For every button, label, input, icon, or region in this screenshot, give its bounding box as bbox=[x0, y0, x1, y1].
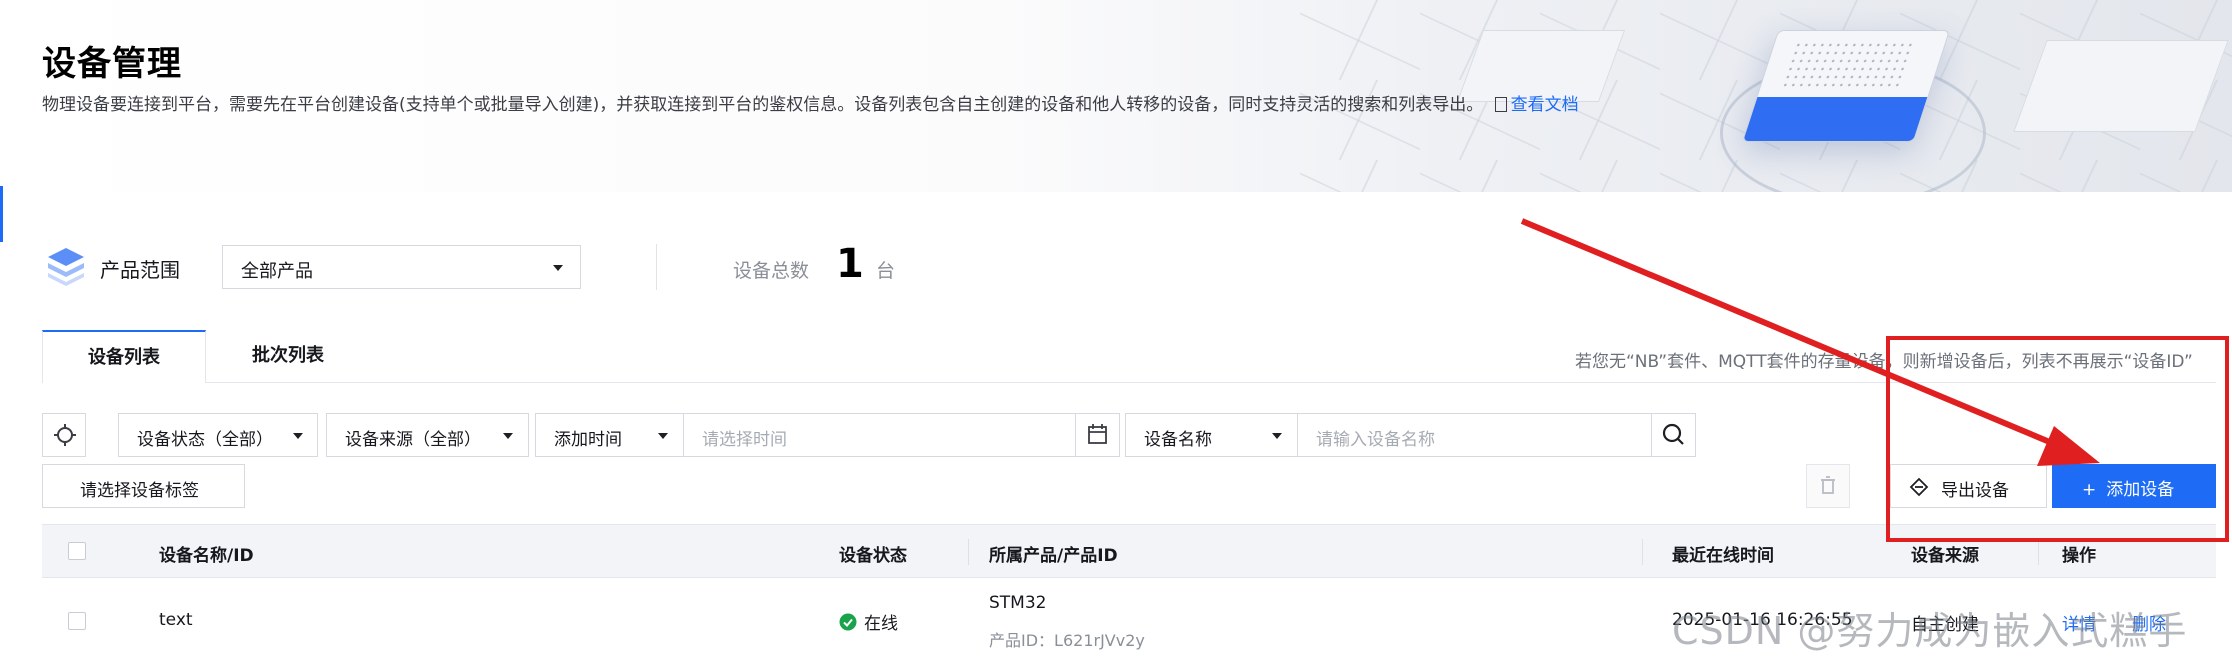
name-field-select[interactable]: 设备名称 bbox=[1125, 413, 1298, 457]
tab-device-list[interactable]: 设备列表 bbox=[42, 330, 206, 383]
view-docs-link[interactable]: 查看文档 bbox=[1511, 95, 1579, 115]
refresh-button[interactable] bbox=[42, 413, 86, 457]
device-name-search-input[interactable]: 请输入设备名称 bbox=[1297, 413, 1652, 457]
device-name: text bbox=[159, 610, 193, 630]
device-tag-placeholder: 请选择设备标签 bbox=[80, 481, 199, 501]
divider bbox=[656, 244, 657, 290]
page-title: 设备管理 bbox=[42, 44, 182, 84]
column-header-status: 设备状态 bbox=[839, 546, 907, 566]
tab-batch-list[interactable]: 批次列表 bbox=[206, 330, 370, 382]
product-range-label: 产品范围 bbox=[100, 258, 180, 282]
column-separator bbox=[968, 539, 969, 565]
refresh-icon bbox=[54, 424, 76, 446]
trash-icon bbox=[1821, 476, 1835, 494]
product-stack-icon bbox=[48, 248, 84, 286]
column-header-last-online: 最近在线时间 bbox=[1672, 546, 1774, 566]
status-filter-value: 设备状态（全部） bbox=[137, 430, 273, 450]
select-all-checkbox[interactable] bbox=[68, 542, 86, 560]
source-filter-value: 设备来源（全部） bbox=[345, 430, 481, 450]
product-range-value: 全部产品 bbox=[241, 261, 313, 282]
chevron-down-icon bbox=[553, 265, 563, 271]
column-separator bbox=[2038, 539, 2039, 565]
device-tag-select[interactable]: 请选择设备标签 bbox=[42, 464, 245, 508]
search-button[interactable] bbox=[1651, 413, 1696, 457]
time-input-placeholder: 请选择时间 bbox=[702, 430, 787, 450]
watermark-text: CSDN @努力成为嵌入式糕手 bbox=[1672, 609, 2188, 653]
source-filter-select[interactable]: 设备来源（全部） bbox=[326, 413, 529, 457]
banner-decoration bbox=[1741, 30, 1951, 142]
banner-decoration bbox=[2013, 40, 2229, 132]
time-field-select[interactable]: 添加时间 bbox=[535, 413, 684, 457]
online-status-icon bbox=[839, 613, 857, 631]
device-total-label: 设备总数 bbox=[733, 260, 810, 282]
chevron-down-icon bbox=[658, 433, 668, 439]
product-id: 产品ID：L621rJVv2y bbox=[989, 631, 1145, 650]
time-range-input[interactable]: 请选择时间 bbox=[683, 413, 1076, 457]
device-total-unit: 台 bbox=[876, 260, 896, 282]
row-checkbox[interactable] bbox=[68, 612, 86, 630]
search-icon bbox=[1662, 423, 1684, 445]
document-icon bbox=[1494, 97, 1507, 112]
column-header-actions: 操作 bbox=[2062, 546, 2096, 566]
chevron-down-icon bbox=[293, 433, 303, 439]
annotation-highlight-box bbox=[1886, 336, 2229, 542]
batch-delete-button[interactable] bbox=[1806, 464, 1850, 508]
product-name: STM32 bbox=[989, 593, 1047, 613]
column-header-product: 所属产品/产品ID bbox=[989, 546, 1118, 566]
device-status: 在线 bbox=[864, 614, 898, 634]
chevron-down-icon bbox=[1272, 433, 1282, 439]
product-range-select[interactable]: 全部产品 bbox=[222, 245, 581, 289]
device-total-count: 1 bbox=[836, 241, 864, 287]
column-header-name: 设备名称/ID bbox=[159, 546, 254, 566]
description-text: 物理设备要连接到平台，需要先在平台创建设备(支持单个或批量导入创建)，并获取连接… bbox=[42, 95, 1484, 115]
name-input-placeholder: 请输入设备名称 bbox=[1316, 430, 1435, 450]
name-field-value: 设备名称 bbox=[1144, 430, 1212, 450]
time-field-value: 添加时间 bbox=[554, 430, 622, 450]
column-header-source: 设备来源 bbox=[1911, 546, 1979, 566]
calendar-button[interactable] bbox=[1075, 413, 1120, 457]
calendar-icon bbox=[1088, 424, 1107, 444]
page-description: 物理设备要连接到平台，需要先在平台创建设备(支持单个或批量导入创建)，并获取连接… bbox=[42, 92, 1662, 118]
nav-active-indicator bbox=[0, 186, 3, 242]
column-separator bbox=[1642, 539, 1643, 565]
chevron-down-icon bbox=[503, 433, 513, 439]
status-filter-select[interactable]: 设备状态（全部） bbox=[118, 413, 318, 457]
